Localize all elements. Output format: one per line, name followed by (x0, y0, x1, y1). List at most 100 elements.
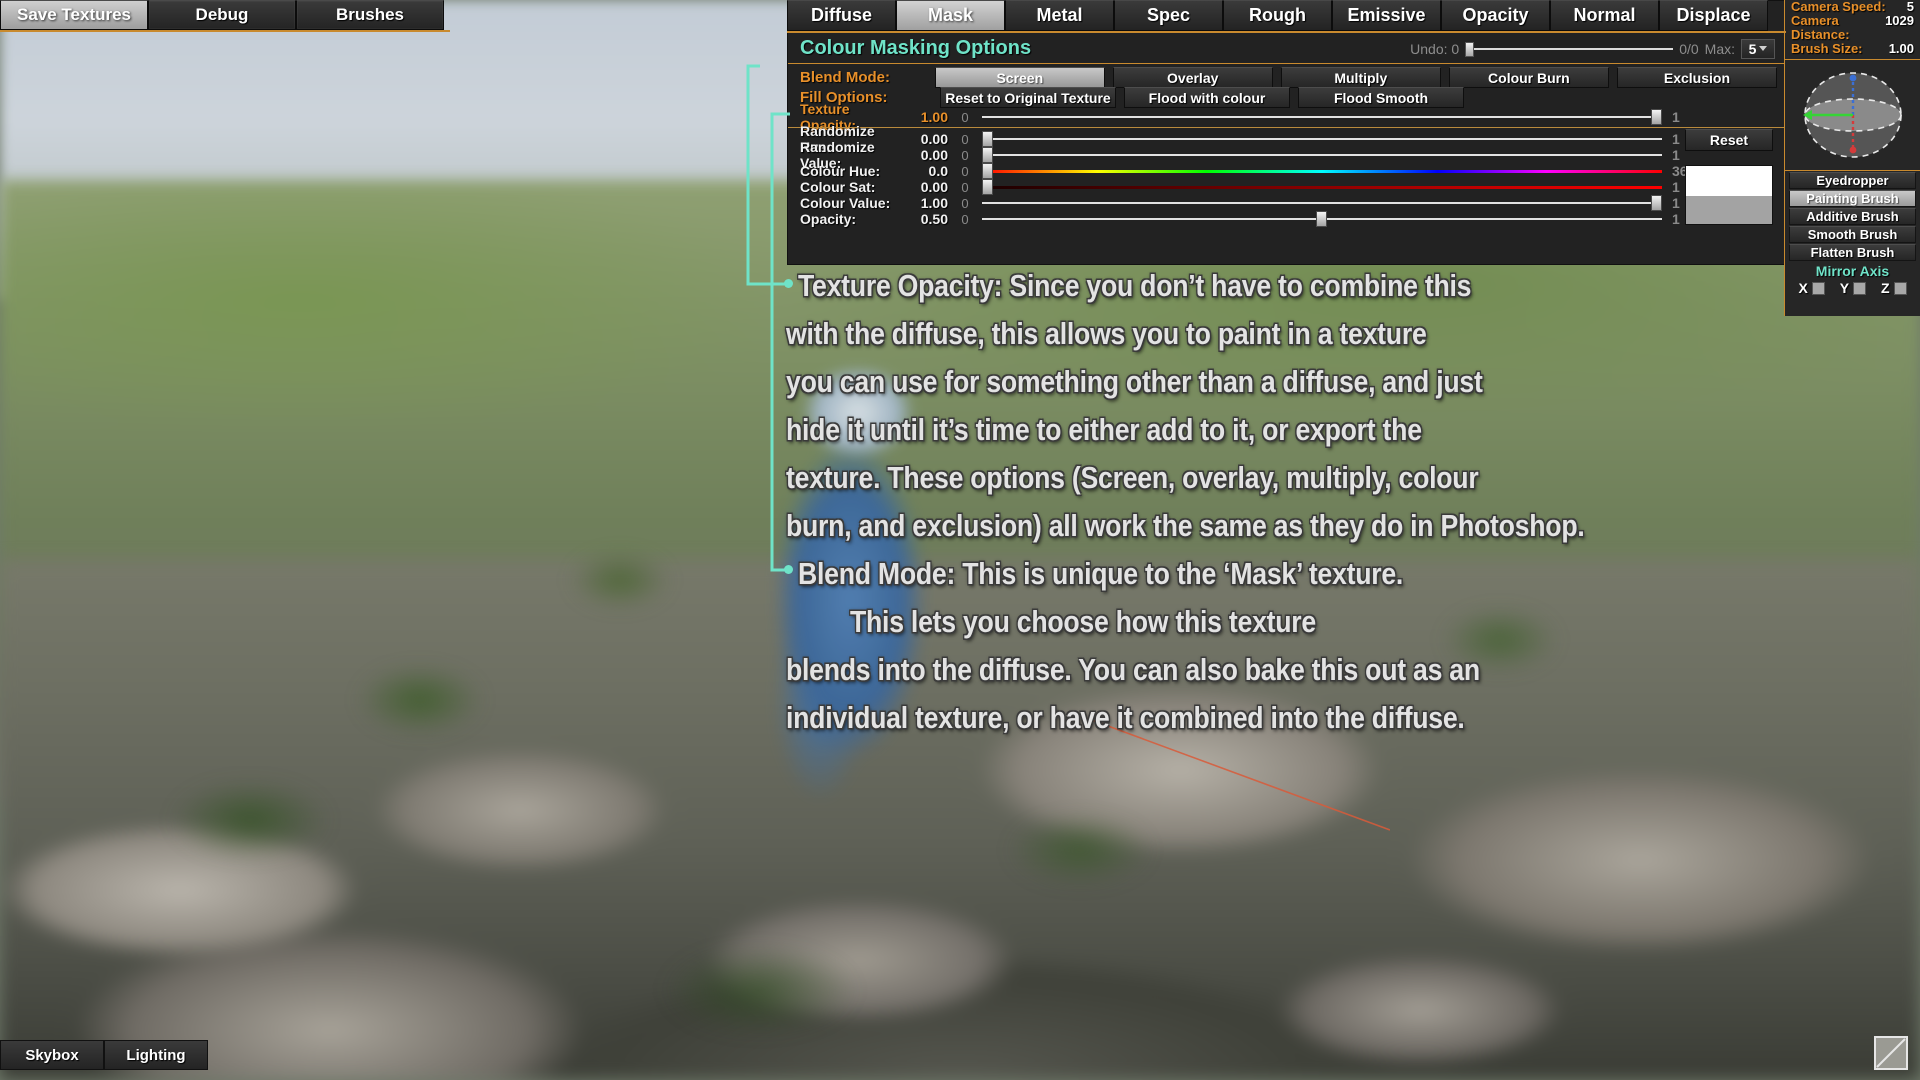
opacity-min: 0 (961, 211, 969, 227)
undo-max-label: Max: (1704, 40, 1735, 57)
save-textures-button[interactable]: Save Textures (0, 0, 148, 30)
mirror-axis-x[interactable]: X (1798, 280, 1825, 296)
colour-swatch-primary[interactable] (1686, 166, 1772, 197)
colour-value-slider[interactable] (982, 195, 1662, 211)
flatten-brush-button[interactable]: Flatten Brush (1789, 244, 1916, 261)
sidebar-divider-mid (1785, 170, 1920, 171)
colour-sat-min: 0 (961, 179, 969, 195)
blend-mode-multiply-button[interactable]: Multiply (1280, 67, 1441, 88)
colour-hue-row: Colour Hue: 0.0 0 360 (788, 163, 1785, 179)
opacity-label: Opacity: (800, 211, 857, 227)
orientation-gizmo-icon[interactable] (1785, 60, 1920, 170)
painted-model[interactable] (740, 370, 970, 800)
debug-button[interactable]: Debug (148, 0, 296, 30)
brush-size-value: 1.00 (1888, 41, 1914, 56)
brush-size-stat: Brush Size: 1.00 (1785, 42, 1920, 56)
randomize-hue-slider[interactable] (982, 131, 1662, 147)
undo-label: Undo: 0 (1410, 40, 1460, 57)
colour-value-knob[interactable] (1651, 195, 1662, 211)
resize-grip-icon[interactable] (1874, 1036, 1908, 1070)
mirror-axis-x-label: X (1798, 280, 1808, 296)
reset-to-original-texture-button[interactable]: Reset to Original Texture (940, 87, 1116, 108)
mirror-axis-y-checkbox[interactable] (1853, 281, 1867, 295)
randomize-value-knob[interactable] (982, 147, 993, 163)
blend-mode-exclusion-button[interactable]: Exclusion (1616, 67, 1777, 88)
colour-swatch-secondary[interactable] (1686, 196, 1772, 224)
additive-brush-button[interactable]: Additive Brush (1789, 208, 1916, 225)
texture-opacity-min: 0 (961, 109, 969, 125)
colour-masking-panel: Colour Masking Options Undo: 0 0/0 Max: … (787, 0, 1786, 265)
texture-opacity-value: 1.00 (920, 109, 948, 125)
opacity-slider[interactable] (982, 211, 1662, 227)
painting-brush-button[interactable]: Painting Brush (1789, 190, 1916, 207)
tab-diffuse[interactable]: Diffuse (787, 0, 896, 31)
colour-value-min: 0 (961, 195, 969, 211)
tab-opacity[interactable]: Opacity (1441, 0, 1550, 31)
randomize-hue-rail (982, 138, 1662, 140)
colour-hue-label: Colour Hue: (800, 163, 881, 179)
undo-slider[interactable] (1465, 41, 1674, 57)
opacity-value: 0.50 (920, 211, 948, 227)
colour-value-label: Colour Value: (800, 195, 891, 211)
camera-distance-value: 1029 (1885, 13, 1914, 28)
fill-options-row: Fill Options: Reset to Original Texture … (788, 87, 1785, 108)
mirror-axis-z[interactable]: Z (1881, 280, 1907, 296)
panel-header: Colour Masking Options Undo: 0 0/0 Max: … (788, 34, 1785, 63)
tab-mask[interactable]: Mask (896, 0, 1005, 31)
colour-sat-knob[interactable] (982, 179, 993, 195)
blend-mode-screen-button[interactable]: Screen (934, 67, 1105, 88)
brushes-button[interactable]: Brushes (296, 0, 444, 30)
randomize-value-value: 0.00 (920, 147, 948, 163)
colour-hue-value: 0.0 (928, 163, 948, 179)
undo-slider-knob[interactable] (1465, 41, 1475, 57)
texture-opacity-max: 1 (1672, 109, 1680, 125)
blend-mode-colour-burn-button[interactable]: Colour Burn (1448, 67, 1609, 88)
tab-rough[interactable]: Rough (1223, 0, 1332, 31)
camera-distance-stat: Camera Distance: 1029 (1785, 14, 1920, 42)
tab-emissive[interactable]: Emissive (1332, 0, 1441, 31)
opacity-knob[interactable] (1316, 211, 1327, 227)
mirror-axis-x-checkbox[interactable] (1811, 281, 1825, 295)
camera-speed-stat: Camera Speed: 5 (1785, 0, 1920, 14)
blend-mode-label: Blend Mode: (800, 69, 890, 86)
colour-swatch[interactable] (1685, 165, 1773, 225)
lighting-button[interactable]: Lighting (104, 1040, 208, 1070)
colour-sat-rail (982, 185, 1662, 189)
mirror-axis-z-label: Z (1880, 280, 1890, 296)
flood-with-colour-button[interactable]: Flood with colour (1124, 87, 1290, 108)
colour-hue-knob[interactable] (982, 163, 993, 179)
mirror-axis-y[interactable]: Y (1840, 280, 1867, 296)
camera-speed-value: 5 (1906, 0, 1914, 14)
tab-normal[interactable]: Normal (1550, 0, 1659, 31)
texture-opacity-slider[interactable] (982, 109, 1662, 125)
top-toolbar-underline (0, 30, 450, 32)
blend-mode-overlay-button[interactable]: Overlay (1112, 67, 1273, 88)
flood-smooth-button[interactable]: Flood Smooth (1298, 87, 1464, 108)
mirror-axis-z-checkbox[interactable] (1893, 281, 1907, 295)
colour-value-rail (982, 202, 1662, 204)
tab-metal[interactable]: Metal (1005, 0, 1114, 31)
colour-sat-label: Colour Sat: (800, 179, 876, 195)
tab-displace[interactable]: Displace (1659, 0, 1768, 31)
colour-sat-row: Colour Sat: 0.00 0 1 (788, 179, 1785, 195)
undo-group: Undo: 0 0/0 Max: 5 (1410, 38, 1785, 59)
camera-distance-label: Camera Distance: (1791, 13, 1850, 42)
tab-spec[interactable]: Spec (1114, 0, 1223, 31)
randomize-hue-min: 0 (961, 131, 969, 147)
camera-speed-label: Camera Speed: (1791, 0, 1886, 14)
randomize-hue-knob[interactable] (982, 131, 993, 147)
colour-hue-slider[interactable] (982, 163, 1662, 179)
randomize-value-slider[interactable] (982, 147, 1662, 163)
colour-hue-min: 0 (961, 163, 969, 179)
colour-sat-slider[interactable] (982, 179, 1662, 195)
texture-opacity-row: Texture Opacity: 1.00 0 1 (788, 101, 1785, 133)
colour-sat-value: 0.00 (920, 179, 948, 195)
undo-max-dropdown[interactable]: 5 (1741, 38, 1775, 59)
reset-button[interactable]: Reset (1685, 129, 1773, 151)
colour-hue-rail (982, 169, 1662, 173)
skybox-button[interactable]: Skybox (0, 1040, 104, 1070)
eyedropper-button[interactable]: Eyedropper (1789, 172, 1916, 189)
texture-opacity-knob[interactable] (1651, 109, 1662, 125)
texture-opacity-rail (982, 116, 1662, 118)
smooth-brush-button[interactable]: Smooth Brush (1789, 226, 1916, 243)
